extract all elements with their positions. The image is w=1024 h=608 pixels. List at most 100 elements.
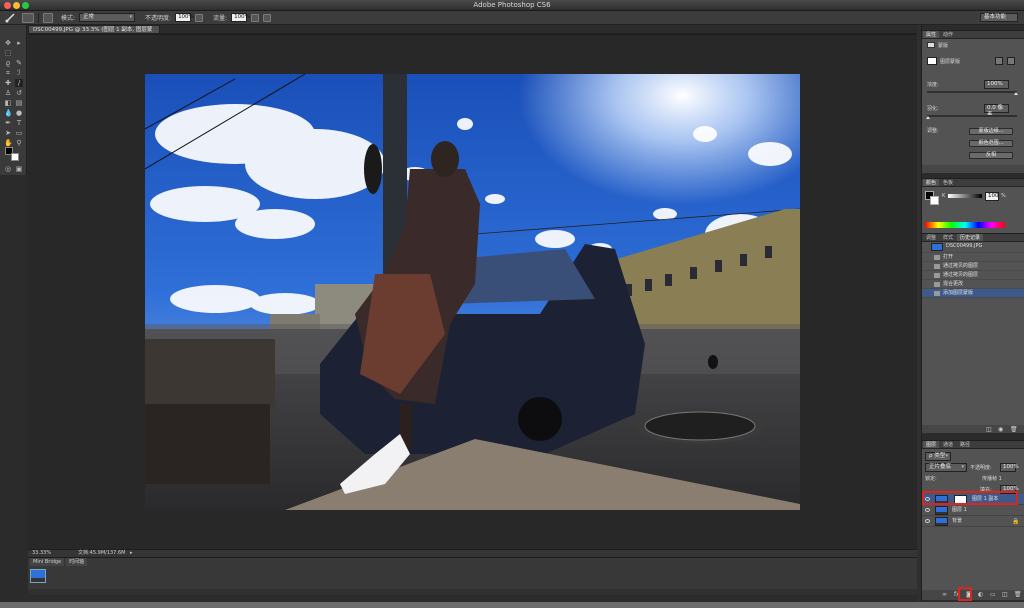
tab-properties[interactable]: 属性 [923, 31, 940, 38]
opacity-field[interactable]: 100% [175, 13, 194, 22]
density-field[interactable]: 100% [984, 80, 1009, 89]
k-field[interactable]: 100 [985, 192, 999, 201]
document-canvas-image[interactable] [145, 74, 800, 510]
new-layer-icon[interactable]: ◫ [1002, 591, 1008, 598]
invert-button[interactable]: 反相 [969, 152, 1013, 159]
brush-tool-icon[interactable]: / [15, 79, 23, 87]
zoom-tool-icon[interactable]: ⚲ [15, 139, 23, 147]
k-slider[interactable] [948, 194, 982, 198]
quick-select-icon[interactable]: ✎ [15, 59, 23, 67]
clone-stamp-icon[interactable]: ♙ [4, 89, 12, 97]
mask-thumbnail[interactable] [927, 57, 937, 65]
document-size-info[interactable]: 文档:45.9M/137.6M [78, 550, 125, 557]
layer-row[interactable]: 背景 🔒 [922, 516, 1024, 527]
history-item[interactable]: 混合更改 [922, 280, 1024, 289]
tab-paths[interactable]: 路径 [957, 441, 973, 448]
group-icon[interactable]: ▭ [990, 591, 996, 598]
airbrush-icon[interactable] [251, 13, 260, 22]
tab-mini-bridge[interactable]: Mini Bridge [30, 558, 65, 566]
gradient-tool-icon[interactable]: ▤ [15, 99, 23, 107]
layer-name[interactable]: 背景 [952, 516, 962, 527]
healing-tool-icon[interactable]: ✚ [4, 79, 12, 87]
mini-bridge-thumbnail[interactable] [30, 569, 46, 583]
shape-tool-icon[interactable]: ▭ [15, 129, 23, 137]
trash-icon[interactable]: 🗑 [1010, 426, 1018, 433]
visibility-eye-icon[interactable] [925, 508, 930, 512]
pen-tool-icon[interactable]: ✒ [4, 119, 12, 127]
layer-thumbnail[interactable] [935, 517, 948, 526]
history-item-label: 通过拷贝的图层 [943, 272, 979, 278]
tab-history[interactable]: 历史记录 [957, 234, 984, 241]
tab-channels[interactable]: 通道 [940, 441, 956, 448]
brush-preset-icon[interactable] [22, 12, 34, 23]
feather-slider-knob[interactable] [926, 116, 930, 119]
zoom-level[interactable]: 33.33% [32, 550, 51, 557]
link-layers-icon[interactable]: ∞ [942, 591, 947, 598]
history-snapshot[interactable]: DSC00499.JPG [922, 242, 1024, 253]
layers-panel: 图层 通道 路径 ρ 类型 正片叠底 不透明度: 100% 锁定: 传播帧 1 … [922, 440, 1024, 600]
adjustment-layer-icon[interactable]: ◐ [978, 591, 983, 598]
lasso-tool-icon[interactable]: ϱ [4, 59, 12, 67]
history-step-icon [934, 291, 940, 296]
feather-slider[interactable] [927, 115, 1017, 117]
visibility-eye-icon[interactable] [925, 519, 930, 523]
background-color-swatch[interactable] [11, 153, 19, 161]
artboard-tool-icon[interactable]: ▸ [15, 39, 23, 47]
color-panel: 颜色 色板 K 100 % [922, 178, 1024, 233]
blend-mode-dropdown[interactable]: 正片叠底 [925, 463, 967, 472]
dodge-tool-icon[interactable]: ● [15, 109, 23, 117]
eyedropper-tool-icon[interactable]: ℐ [15, 69, 23, 77]
layer-thumbnail[interactable] [935, 506, 948, 515]
pixel-mask-icon[interactable] [995, 57, 1003, 65]
status-menu-arrow-icon[interactable]: ▸ [130, 550, 133, 557]
layer-kind-filter[interactable]: ρ 类型 [925, 452, 951, 461]
screen-mode-icon[interactable]: ▣ [15, 165, 23, 173]
mode-dropdown[interactable]: 正常 [79, 13, 136, 22]
history-brush-icon[interactable]: ↺ [15, 89, 23, 97]
history-item[interactable]: 打开 [922, 253, 1024, 262]
quick-mask-icon[interactable]: ◎ [4, 165, 12, 173]
tab-timeline[interactable]: 时间轴 [66, 558, 88, 566]
k-percent: % [1001, 193, 1006, 199]
opacity-label: 不透明度: [145, 15, 172, 22]
workspace-switcher[interactable]: 基本功能 [980, 13, 1018, 22]
color-range-button[interactable]: 颜色范围... [969, 140, 1013, 147]
path-select-icon[interactable]: ➤ [4, 129, 12, 137]
brush-panel-icon[interactable] [43, 12, 53, 23]
new-snapshot-icon[interactable]: ◫ [986, 426, 992, 433]
tab-styles[interactable]: 样式 [940, 234, 956, 241]
brush-tool-icon[interactable] [4, 12, 18, 23]
tab-layers[interactable]: 图层 [923, 441, 940, 448]
vector-mask-icon[interactable] [1007, 57, 1015, 65]
history-step-icon [934, 264, 940, 269]
bg-swatch[interactable] [930, 196, 939, 205]
history-item[interactable]: 通过拷贝的图层 [922, 271, 1024, 280]
type-tool-icon[interactable]: T [15, 119, 23, 127]
crop-tool-icon[interactable]: ⌗ [4, 69, 12, 77]
hand-tool-icon[interactable]: ✋ [4, 139, 13, 147]
tab-actions[interactable]: 动作 [940, 31, 956, 38]
layer-row[interactable]: 图层 1 [922, 505, 1024, 516]
tab-swatches[interactable]: 色板 [940, 179, 956, 186]
feather-field[interactable]: 0.0 像素 [984, 104, 1009, 118]
blur-tool-icon[interactable]: 💧 [4, 109, 13, 117]
delete-layer-icon[interactable]: 🗑 [1014, 591, 1022, 598]
mask-edge-button[interactable]: 蒙版边缘... [969, 128, 1013, 135]
marquee-tool-icon[interactable]: ⬚ [4, 49, 12, 57]
camera-icon[interactable]: ◉ [998, 426, 1003, 433]
density-slider[interactable] [927, 91, 1017, 93]
flow-field[interactable]: 100% [231, 13, 250, 22]
color-spectrum-bar[interactable] [925, 222, 1005, 228]
tab-color[interactable]: 颜色 [923, 179, 940, 186]
move-tool-icon[interactable]: ✥ [4, 39, 12, 47]
eraser-tool-icon[interactable]: ◧ [4, 99, 12, 107]
tab-adjustments[interactable]: 调整 [923, 234, 939, 241]
layer-name[interactable]: 图层 1 [952, 505, 967, 516]
history-item[interactable]: 通过拷贝的图层 [922, 262, 1024, 271]
history-item-selected[interactable]: 添加图层蒙版 [922, 289, 1024, 298]
pressure-size-icon[interactable] [263, 13, 272, 22]
tools-panel: ✥ ▸ ⬚ ϱ ✎ ⌗ ℐ ✚ / ♙ ↺ ◧ ▤ 💧 ● ✒ T ➤ ▭ ✋ … [0, 25, 27, 175]
density-slider-knob[interactable] [1014, 92, 1018, 95]
pressure-opacity-icon[interactable] [195, 13, 204, 22]
layer-opacity-field[interactable]: 100% [1000, 463, 1019, 472]
